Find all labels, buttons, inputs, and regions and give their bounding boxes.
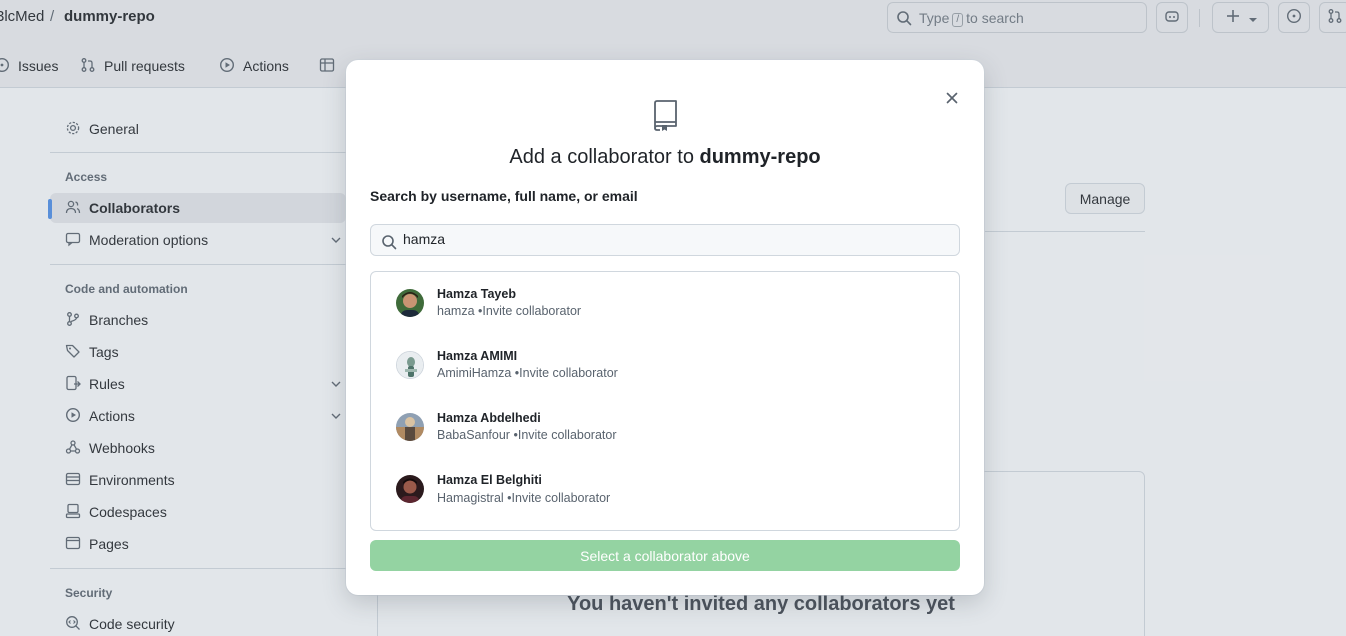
result-login: AmimiHamza [437, 366, 512, 380]
result-item[interactable]: Hamza AMIMI AmimiHamza •Invite collabora… [371, 334, 959, 396]
result-item[interactable]: Hamza El Belghiti Hamagistral •Invite co… [371, 458, 959, 520]
collaborator-search-input[interactable] [403, 231, 943, 247]
search-label: Search by username, full name, or email [370, 188, 638, 204]
result-action: •Invite collaborator [478, 304, 582, 318]
dialog-title: Add a collaborator to dummy-repo [346, 146, 984, 169]
avatar [396, 351, 424, 379]
result-subtitle: hamza •Invite collaborator [437, 304, 581, 318]
result-action: •Invite collaborator [514, 366, 618, 380]
result-login: hamza [437, 304, 475, 318]
result-action: •Invite collaborator [513, 428, 617, 442]
result-subtitle: Hamagistral •Invite collaborator [437, 491, 610, 505]
add-collaborator-dialog: Add a collaborator to dummy-repo Search … [346, 60, 984, 595]
result-item[interactable]: Hamza Tayeb hamza •Invite collaborator [371, 272, 959, 334]
dialog-title-prefix: Add a collaborator to [509, 146, 694, 168]
result-name: Hamza AMIMI [437, 349, 518, 363]
dialog-title-repo: dummy-repo [699, 146, 821, 168]
result-name: Hamza El Belghiti [437, 473, 542, 487]
search-icon [381, 234, 397, 253]
avatar [396, 289, 424, 317]
repo-icon [652, 100, 678, 135]
avatar [396, 413, 424, 441]
result-name: Hamza Tayeb [437, 287, 516, 301]
result-subtitle: AmimiHamza •Invite collaborator [437, 366, 618, 380]
close-icon [945, 91, 959, 108]
result-name: Hamza Abdelhedi [437, 411, 541, 425]
avatar [396, 475, 424, 503]
close-button[interactable] [940, 87, 964, 111]
result-subtitle: BabaSanfour •Invite collaborator [437, 428, 617, 442]
search-results-list: Hamza Tayeb hamza •Invite collaborator H… [370, 271, 960, 531]
result-login: BabaSanfour [437, 428, 510, 442]
result-login: Hamagistral [437, 491, 504, 505]
collaborator-search-field[interactable] [370, 224, 960, 256]
select-collaborator-button[interactable]: Select a collaborator above [370, 540, 960, 571]
result-action: •Invite collaborator [507, 491, 611, 505]
result-item[interactable]: Hamza Abdelhedi BabaSanfour •Invite coll… [371, 396, 959, 458]
